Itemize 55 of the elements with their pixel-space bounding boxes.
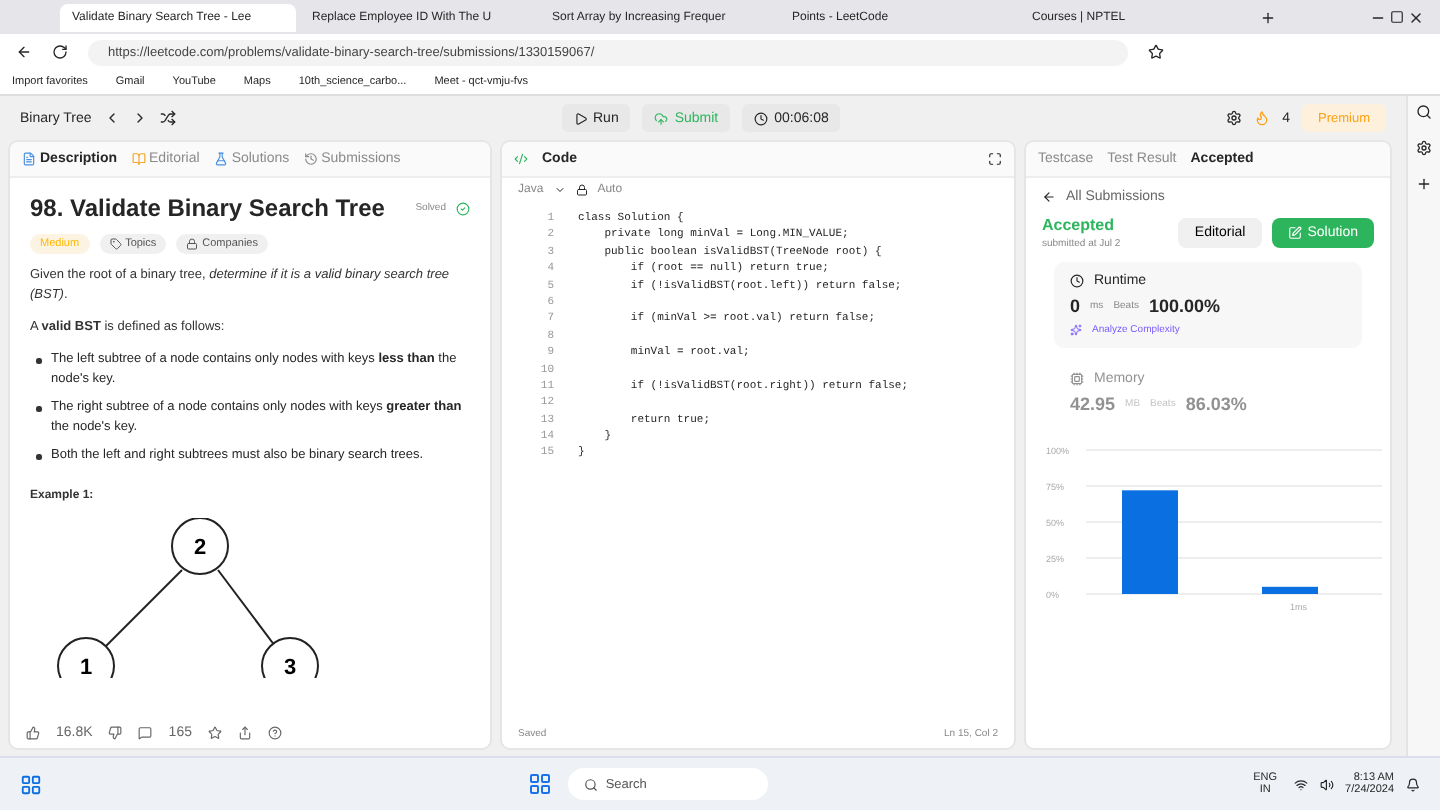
stat-value: 42.95: [1070, 394, 1116, 414]
thumbs-down-icon[interactable]: [108, 725, 123, 739]
settings-icon[interactable]: [1416, 140, 1432, 156]
code-icon: [514, 152, 528, 166]
stat-value: 0: [1070, 296, 1081, 316]
comment-icon[interactable]: [138, 725, 153, 739]
start-icon[interactable]: [527, 772, 552, 796]
verdict-label: Accepted: [1042, 216, 1117, 234]
back-arrow-icon[interactable]: [1042, 190, 1056, 204]
edit-icon: [1287, 226, 1302, 240]
lock-icon: [186, 238, 199, 250]
thumbs-up-icon[interactable]: [26, 725, 40, 739]
add-icon[interactable]: [1416, 176, 1432, 192]
chart-bar: [1122, 490, 1178, 594]
sparkle-icon: [1070, 324, 1082, 336]
shuffle-icon[interactable]: [159, 110, 176, 126]
play-icon: [573, 111, 587, 125]
bullet-dot: [36, 454, 41, 459]
chevron-down-icon: [553, 184, 566, 196]
close-icon[interactable]: [1408, 9, 1424, 25]
book-icon: [131, 152, 146, 166]
bullet-dot: [36, 358, 41, 363]
chip-icon: [1070, 372, 1084, 386]
star-icon[interactable]: [207, 725, 222, 739]
search-icon: [583, 777, 598, 791]
new-tab-icon[interactable]: [1260, 9, 1276, 25]
cloud-upload-icon: [654, 111, 669, 125]
expand-icon[interactable]: [988, 152, 1002, 166]
flask-icon: [213, 152, 228, 166]
clock-icon: [1070, 274, 1084, 288]
wifi-icon[interactable]: [1293, 777, 1308, 791]
history-icon: [303, 152, 318, 166]
problem-title: 98. Validate Binary Search Tree: [30, 194, 385, 222]
flame-icon: [1254, 110, 1271, 126]
check-icon: [456, 201, 470, 215]
settings-icon[interactable]: [1226, 110, 1243, 126]
beats-value: 100.00%: [1148, 296, 1221, 316]
share-icon[interactable]: [237, 725, 252, 739]
back-icon[interactable]: [16, 44, 32, 60]
maximize-icon[interactable]: [1390, 10, 1404, 24]
notification-icon[interactable]: [1406, 777, 1421, 791]
document-icon: [22, 152, 36, 166]
search-icon[interactable]: [1416, 104, 1432, 120]
help-icon[interactable]: [267, 725, 282, 739]
tag-icon: [109, 238, 122, 250]
beats-value: 86.03%: [1185, 394, 1247, 414]
widgets-icon[interactable]: [20, 773, 42, 795]
favorite-star-icon[interactable]: [1148, 44, 1164, 60]
chart-bar: [1262, 586, 1318, 594]
volume-icon[interactable]: [1319, 777, 1334, 791]
lock-icon: [575, 184, 588, 196]
clock-icon: [754, 111, 769, 125]
refresh-icon[interactable]: [52, 44, 68, 60]
binary-tree-drawing: 2 1 3: [30, 518, 430, 678]
bullet-dot: [36, 406, 41, 411]
